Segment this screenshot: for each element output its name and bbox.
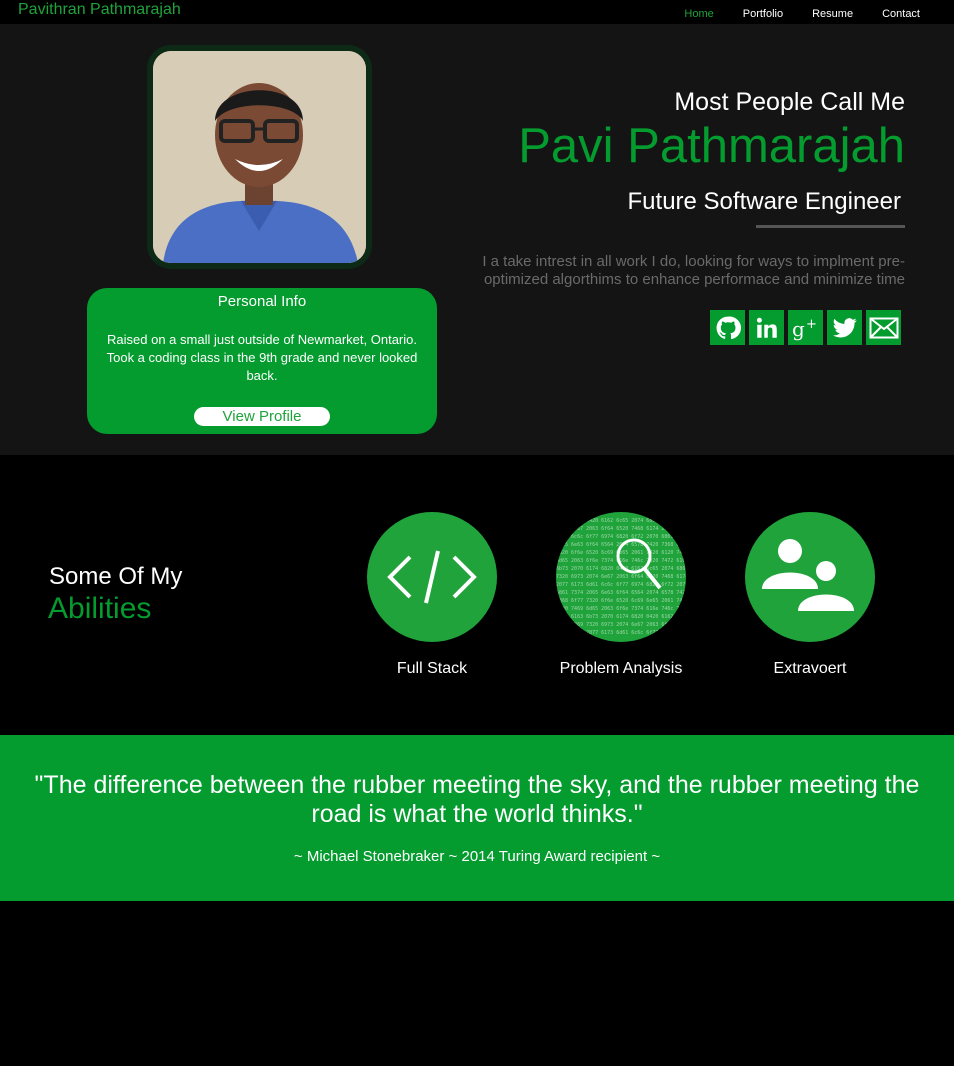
profile-photo	[153, 51, 366, 263]
nav-contact[interactable]: Contact	[882, 8, 920, 20]
svg-text:6d61 6c6c 6f77 6974 6820 6f72: 6d61 6c6c 6f77 6974 6820 6f72 2070 6861 …	[556, 534, 686, 540]
personal-info-card: Personal Info Raised on a small just out…	[87, 288, 437, 434]
code-icon	[367, 512, 497, 642]
svg-text:7368 6f77 7320 6f6e 6520 6c69: 7368 6f77 7320 6f6e 6520 6c69 6e65 2061 …	[556, 598, 686, 604]
hero-bio: I a take intrest in all work I do, looki…	[482, 253, 905, 288]
svg-text:6120 7469 6d65 2063 6f6e 7374: 6120 7469 6d65 2063 6f6e 7374 616e 746c …	[556, 606, 686, 612]
portrait-illustration	[153, 51, 366, 263]
people-icon	[745, 512, 875, 642]
info-title: Personal Info	[217, 293, 307, 310]
top-nav: Pavithran Pathmarajah Home Portfolio Res…	[0, 0, 954, 24]
ability-label: Full Stack	[396, 660, 468, 677]
brand-name[interactable]: Pavithran Pathmarajah	[18, 1, 181, 19]
quote-text: "The difference between the rubber meeti…	[34, 771, 920, 828]
nav-links: Home Portfolio Resume Contact	[655, 8, 920, 20]
svg-text:2074 6e67 2063 6f64 6520 7468: 2074 6e67 2063 6f64 6520 7468 6174 2077 …	[556, 526, 686, 532]
hero-role: Future Software Engineer	[627, 188, 901, 215]
ability-full-stack: Full Stack	[332, 512, 532, 678]
svg-text:7468 6174 2077 6173 6d61 6c6c: 7468 6174 2077 6173 6d61 6c6c 6f77 6974 …	[556, 630, 686, 636]
ability-extravoert: Extravoert	[710, 512, 910, 678]
quote-section: "The difference between the rubber meeti…	[0, 735, 954, 901]
info-text: Raised on a small just outside of Newmar…	[106, 332, 418, 383]
intro-text: Most People Call Me	[674, 88, 905, 116]
twitter-icon[interactable]	[827, 310, 862, 345]
email-icon[interactable]	[866, 310, 901, 345]
view-profile-button[interactable]: View Profile	[194, 407, 330, 426]
quote-citation: ~ Michael Stonebraker ~ 2014 Turing Awar…	[293, 848, 661, 865]
abilities-section: Some Of My Abilities Full Stack 7320 817…	[0, 455, 954, 735]
abilities-heading-top: Some Of My	[49, 563, 183, 590]
svg-text:g: g	[792, 317, 805, 341]
nav-resume[interactable]: Resume	[812, 8, 853, 20]
hero-intro: Most People Call Me Pavi Pathmarajah Fut…	[465, 24, 905, 345]
google-plus-icon[interactable]: g +	[788, 310, 823, 345]
svg-text:7472 6163 6b73 2070 6174 6820: 7472 6163 6b73 2070 6174 6820 0420 6162 …	[556, 614, 686, 620]
svg-text:2074 6869 7320 6973 2074 6e67: 2074 6869 7320 6973 2074 6e67 2063 6f64 …	[556, 622, 686, 628]
svg-text:7320 6f6e 6520 6c69 6e65 2061: 7320 6f6e 6520 6c69 6e65 2061 7420 6120 …	[556, 550, 686, 556]
linkedin-icon[interactable]	[749, 310, 784, 345]
social-links: g +	[465, 310, 901, 345]
abilities-heading-bottom: Abilities	[48, 592, 152, 625]
profile-photo-frame	[147, 45, 372, 269]
nav-portfolio[interactable]: Portfolio	[743, 8, 783, 20]
ability-problem-analysis: 7320 8172 0420 6162 6c65 2074 6869 7320 …	[521, 512, 721, 678]
github-icon[interactable]	[710, 310, 745, 345]
hero-section: Personal Info Raised on a small just out…	[0, 24, 954, 455]
ability-label: Extravoert	[773, 660, 847, 677]
svg-text:2077 6173 6d61 6c6c 6f77 6974: 2077 6173 6d61 6c6c 6f77 6974 6820 6f72 …	[556, 582, 686, 588]
svg-text:7320 6973 2074 6e67 2063 6f64: 7320 6973 2074 6e67 2063 6f64 6520 7468 …	[556, 574, 686, 580]
magnifier-icon: 7320 8172 0420 6162 6c65 2074 6869 7320 …	[556, 512, 686, 642]
role-divider	[756, 225, 905, 228]
svg-text:6861 7374 2065 6e63 6f64 6564: 6861 7374 2065 6e63 6f64 6564 2074 6578 …	[556, 590, 686, 596]
nav-home[interactable]: Home	[684, 8, 713, 20]
ability-label: Problem Analysis	[559, 660, 683, 677]
svg-text:7320 8172 0420 6162 6c65 2074: 7320 8172 0420 6162 6c65 2074 6869 7320 …	[556, 518, 686, 524]
svg-text:+: +	[806, 317, 817, 332]
hero-name: Pavi Pathmarajah	[518, 119, 905, 173]
